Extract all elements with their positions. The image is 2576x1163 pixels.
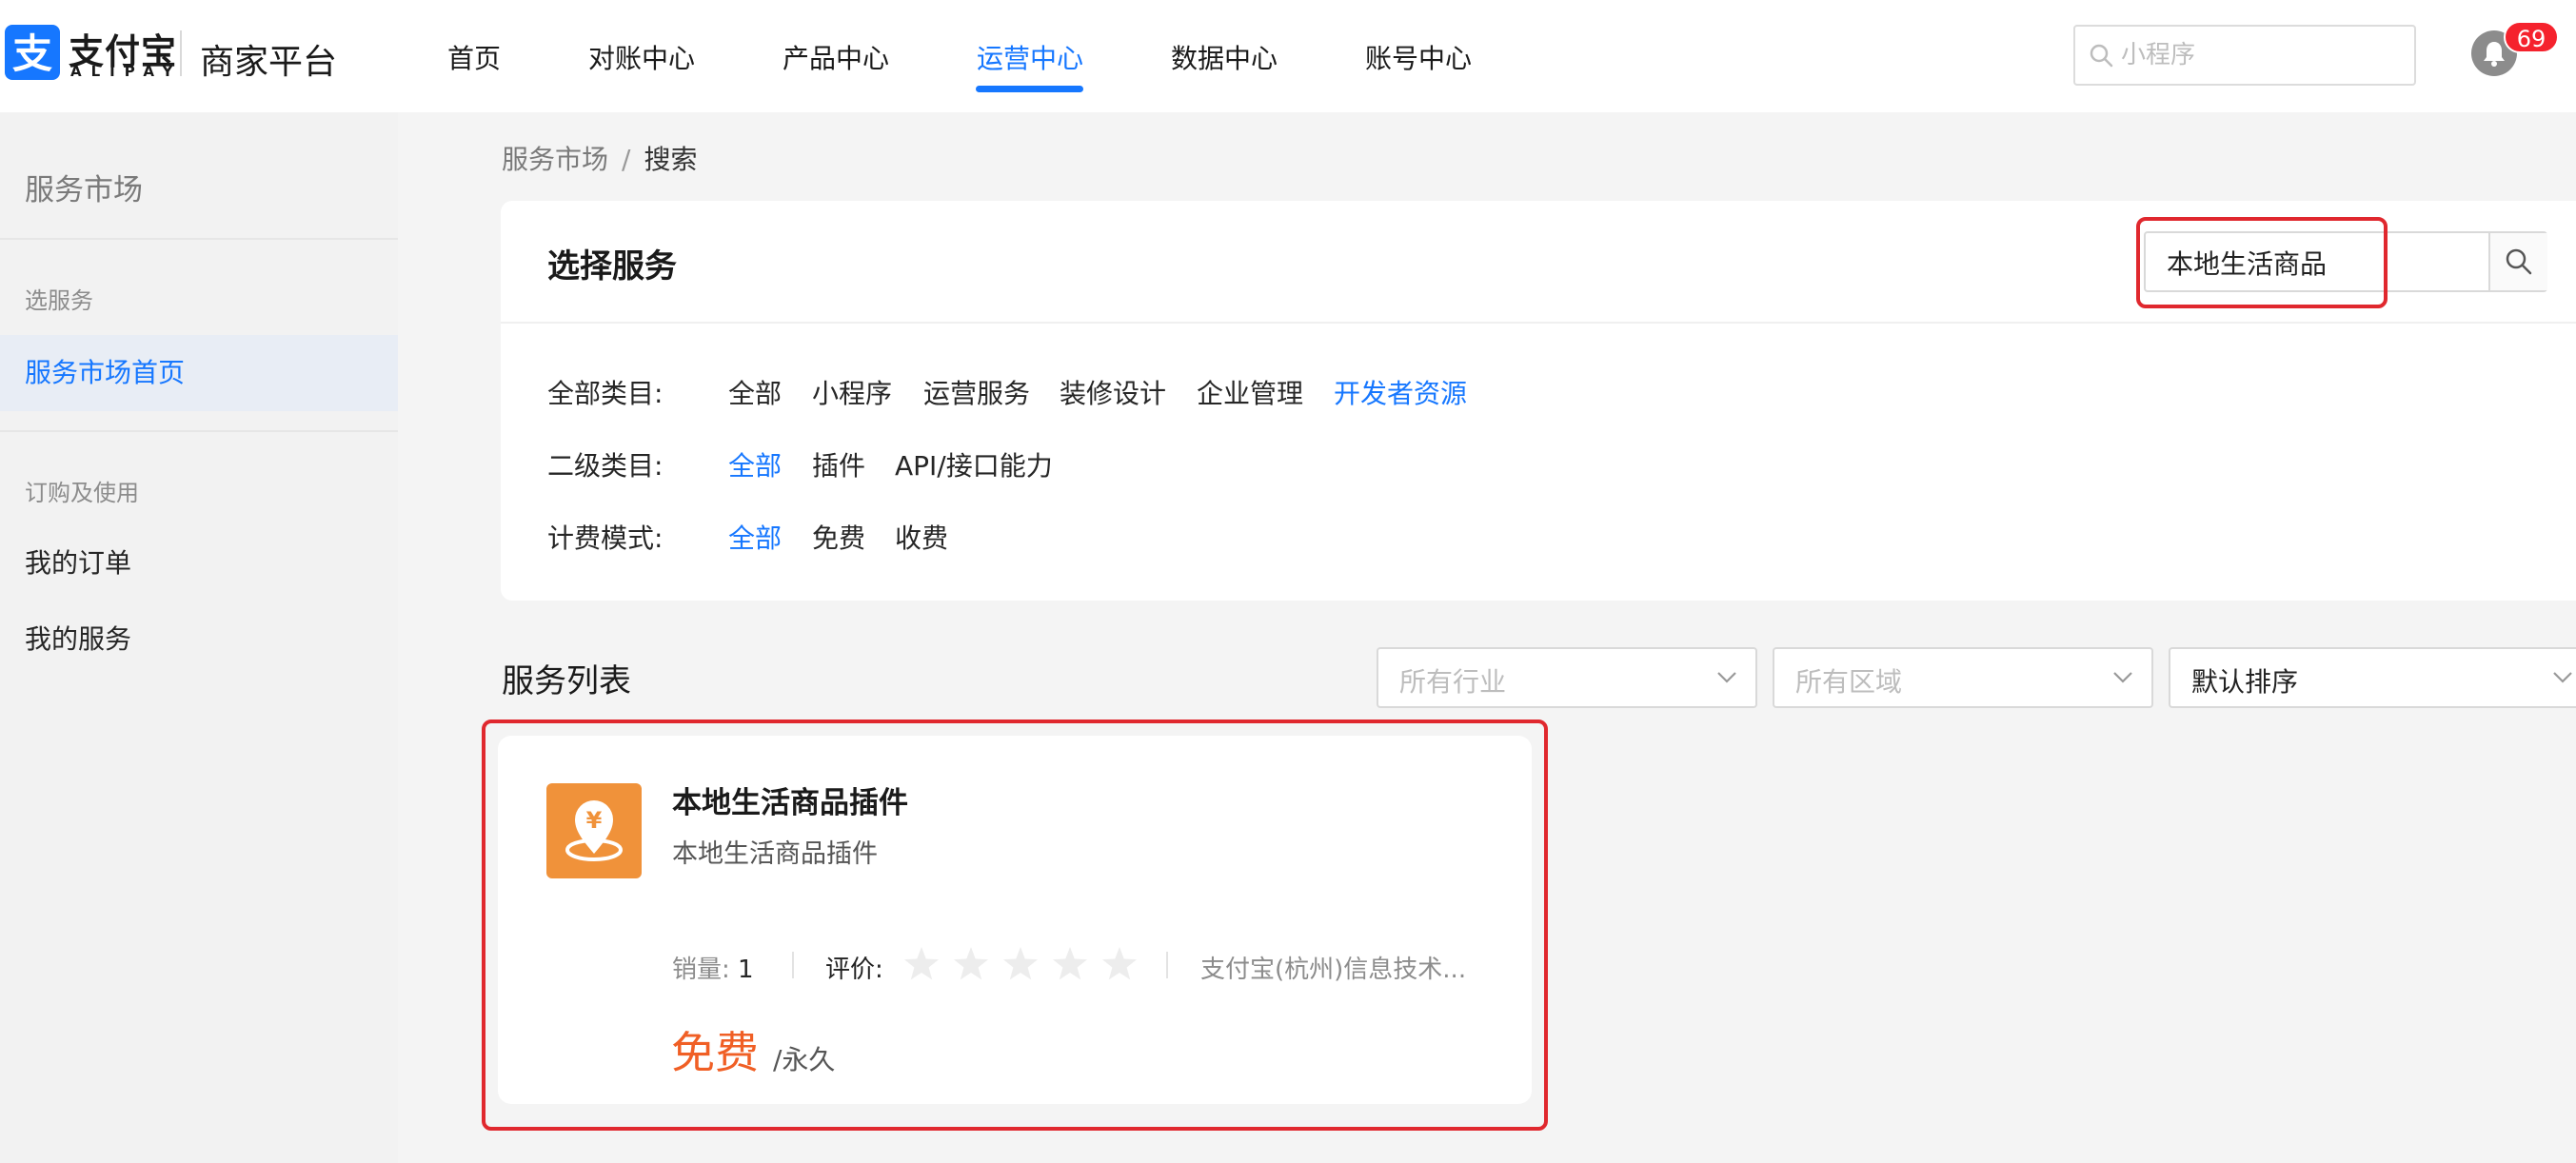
logo-divider (180, 30, 182, 76)
service-provider: 支付宝(杭州)信息技术... (1200, 956, 1467, 984)
filter-option-miniprogram[interactable]: 小程序 (812, 373, 892, 411)
service-search-button[interactable] (2490, 233, 2547, 290)
service-list-title: 服务列表 (502, 662, 631, 700)
service-name[interactable]: 本地生活商品插件 (672, 779, 908, 821)
filter-option-free[interactable]: 免费 (812, 518, 865, 556)
search-icon (2506, 248, 2532, 275)
region-select-value: 所有区域 (1795, 666, 1903, 698)
chevron-down-icon (2553, 672, 2572, 683)
chevron-down-icon (1717, 672, 1736, 683)
sidebar-group-orders: 订购及使用 (25, 480, 139, 506)
service-price: 免费 (671, 1027, 759, 1078)
filter-label-billing: 计费模式: (547, 522, 664, 554)
location-yuan-icon: ¥ (546, 783, 642, 878)
filter-card-divider (501, 322, 2576, 324)
sales-label: 销量: (672, 956, 730, 984)
service-sales: 销量: 1 (672, 950, 754, 985)
filter-option-paid[interactable]: 收费 (895, 518, 948, 556)
breadcrumb: 服务市场 / 搜索 (502, 139, 697, 177)
star-icon (1002, 947, 1039, 980)
sidebar-title: 服务市场 (25, 173, 143, 207)
filter-option-all[interactable]: 全部 (728, 445, 782, 483)
service-description: 本地生活商品插件 (672, 839, 878, 869)
filter-option-operations[interactable]: 运营服务 (923, 373, 1030, 411)
service-card[interactable] (498, 736, 1532, 1104)
industry-select-value: 所有行业 (1399, 666, 1507, 698)
chevron-down-icon (2113, 672, 2132, 683)
top-navigation-bar: 支 支付宝 ALIPAY 商家平台 首页 对账中心 产品中心 运营中心 数据中心… (0, 0, 2576, 112)
star-icon (1101, 947, 1138, 980)
svg-text:¥: ¥ (586, 807, 603, 834)
filter-option-api[interactable]: API/接口能力 (895, 445, 1053, 483)
sidebar-item-market-home[interactable]: 服务市场首页 (0, 335, 398, 411)
sidebar: 服务市场 选服务 服务市场首页 订购及使用 我的订单 我的服务 (0, 112, 398, 1163)
sidebar-group-select: 选服务 (25, 287, 93, 314)
sort-select-value: 默认排序 (2191, 666, 2299, 698)
logo-subtext: ALIPAY (70, 63, 183, 80)
service-price-period: /永久 (773, 1044, 836, 1075)
platform-name: 商家平台 (200, 43, 338, 82)
nav-products[interactable]: 产品中心 (783, 38, 889, 76)
filter-card-title: 选择服务 (547, 247, 677, 286)
sort-select[interactable]: 默认排序 (2169, 647, 2576, 708)
star-icon (1052, 947, 1088, 980)
filter-label-category: 全部类目: (547, 378, 664, 409)
meta-divider (1166, 952, 1168, 978)
sidebar-item-my-services[interactable]: 我的服务 (0, 601, 398, 678)
global-search-input[interactable] (2121, 34, 2407, 76)
filter-label-subcategory: 二级类目: (547, 450, 664, 482)
filter-option-enterprise[interactable]: 企业管理 (1197, 373, 1303, 411)
sidebar-item-my-orders[interactable]: 我的订单 (0, 525, 398, 601)
breadcrumb-current: 搜索 (644, 144, 698, 175)
breadcrumb-separator: / (622, 144, 631, 175)
industry-select[interactable]: 所有行业 (1377, 647, 1757, 708)
sidebar-divider (0, 238, 398, 240)
nav-reconciliation[interactable]: 对账中心 (588, 38, 695, 76)
nav-active-indicator (976, 86, 1083, 92)
star-icon (903, 947, 940, 980)
nav-data[interactable]: 数据中心 (1171, 38, 1278, 76)
filter-option-all[interactable]: 全部 (728, 518, 782, 556)
alipay-logo-icon[interactable]: 支 (5, 25, 60, 80)
bell-icon (2484, 42, 2505, 67)
service-search-input[interactable] (2167, 243, 2481, 283)
nav-home[interactable]: 首页 (447, 38, 501, 76)
service-rating-label: 评价: (825, 956, 883, 984)
notification-count-badge: 69 (2504, 21, 2559, 53)
filter-option-decoration[interactable]: 装修设计 (1060, 373, 1166, 411)
meta-divider (792, 952, 794, 978)
filter-option-plugin[interactable]: 插件 (812, 445, 865, 483)
region-select[interactable]: 所有区域 (1773, 647, 2153, 708)
filter-option-all[interactable]: 全部 (728, 373, 782, 411)
star-icon (953, 947, 989, 980)
svg-text:支: 支 (12, 30, 52, 77)
rating-stars (903, 947, 1138, 980)
sales-value: 1 (738, 956, 754, 984)
sidebar-divider (0, 430, 398, 432)
nav-account[interactable]: 账号中心 (1365, 38, 1472, 76)
breadcrumb-parent[interactable]: 服务市场 (502, 144, 608, 175)
filter-option-developer[interactable]: 开发者资源 (1334, 373, 1467, 411)
search-icon (2090, 44, 2113, 68)
global-search[interactable] (2073, 25, 2416, 86)
service-search[interactable] (2144, 231, 2547, 292)
nav-operations[interactable]: 运营中心 (977, 38, 1083, 76)
